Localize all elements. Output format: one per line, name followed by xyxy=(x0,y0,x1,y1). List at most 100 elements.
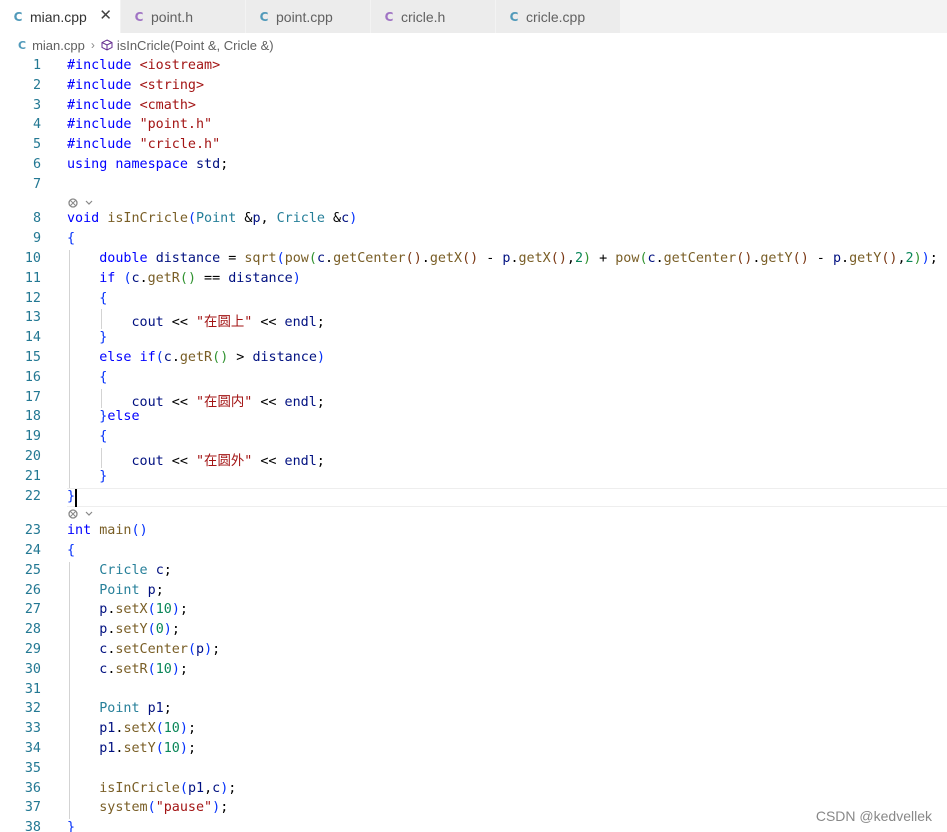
code-text: #include <iostream> xyxy=(67,58,221,73)
code-line[interactable]: 37 system("pause"); xyxy=(0,799,947,819)
code-text: } xyxy=(67,488,76,504)
indent-guide xyxy=(101,448,102,468)
line-number: 8 xyxy=(32,211,41,227)
line-number: 1 xyxy=(32,58,41,73)
cpp-file-icon: C xyxy=(259,9,269,24)
breadcrumb-symbol[interactable]: isInCricle(Point &, Cricle &) xyxy=(117,38,274,53)
code-line[interactable]: 26 Point p; xyxy=(0,582,947,602)
code-line[interactable]: 34 p1.setY(10); xyxy=(0,740,947,760)
tab-cricle-h[interactable]: C cricle.h xyxy=(371,0,496,33)
code-text: { xyxy=(99,290,108,306)
line-number: 36 xyxy=(24,780,41,796)
code-text: } xyxy=(99,330,108,346)
code-line[interactable]: 28 p.setY(0); xyxy=(0,621,947,641)
code-line[interactable]: 6 using namespace std; xyxy=(0,156,947,176)
code-line[interactable]: 8 void isInCricle(Point &p, Cricle &c) xyxy=(0,210,947,230)
code-line[interactable]: 12 { xyxy=(0,290,947,310)
code-line[interactable]: 21 } xyxy=(0,468,947,488)
header-file-icon: C xyxy=(384,9,394,24)
tab-label: cricle.h xyxy=(401,8,446,25)
code-line[interactable]: 19 { xyxy=(0,428,947,448)
code-text: c.setR(10); xyxy=(99,661,188,677)
code-text: #include <string> xyxy=(67,77,205,93)
line-number: 13 xyxy=(24,310,41,326)
code-line[interactable]: 11 if (c.getR() == distance) xyxy=(0,270,947,290)
line-number: 38 xyxy=(24,820,41,832)
breadcrumb-file[interactable]: mian.cpp xyxy=(32,38,85,53)
line-number: 17 xyxy=(24,389,41,405)
code-text: Cricle c; xyxy=(99,562,172,578)
line-number: 19 xyxy=(24,429,41,445)
indent-guide xyxy=(69,250,70,488)
code-line[interactable]: 13 cout << "在圆上" << endl; xyxy=(0,309,947,331)
code-text: { xyxy=(67,231,76,247)
code-line[interactable]: 38} xyxy=(0,819,947,832)
code-line[interactable]: 16 { xyxy=(0,369,947,389)
codelens-icon[interactable] xyxy=(67,507,93,520)
tab-point-cpp[interactable]: C point.cpp xyxy=(246,0,371,33)
code-line[interactable]: 10 double distance = sqrt(pow(c.getCente… xyxy=(0,250,947,270)
code-line[interactable]: 20 cout << "在圆外" << endl; xyxy=(0,448,947,469)
code-line[interactable]: 1 #include <iostream> xyxy=(0,57,947,77)
code-text: else if(c.getR() > distance) xyxy=(99,350,325,365)
code-line[interactable]: 18 }else xyxy=(0,408,947,428)
code-line[interactable]: 29 c.setCenter(p); xyxy=(0,641,947,661)
cpp-file-icon: C xyxy=(18,38,27,52)
code-text: p.setY(0); xyxy=(99,622,180,638)
tab-point-h[interactable]: C point.h xyxy=(121,0,246,33)
line-number: 30 xyxy=(24,661,41,677)
code-text: cout << "在圆上" << endl; xyxy=(131,315,325,331)
line-number: 4 xyxy=(32,117,41,133)
code-text: } xyxy=(99,468,108,484)
line-number: 16 xyxy=(24,369,41,385)
code-line[interactable]: 30 c.setR(10); xyxy=(0,661,947,681)
tab-label: cricle.cpp xyxy=(526,8,586,25)
line-number: 11 xyxy=(24,270,41,286)
code-line[interactable]: 31 xyxy=(0,681,947,701)
code-text: p1.setY(10); xyxy=(99,741,196,756)
code-line[interactable]: 5 #include "cricle.h" xyxy=(0,136,947,156)
code-line[interactable]: 15 else if(c.getR() > distance) xyxy=(0,349,947,369)
code-text: system("pause"); xyxy=(99,800,229,816)
tab-mian-cpp[interactable]: C mian.cpp xyxy=(0,0,121,33)
line-number: 14 xyxy=(24,330,41,346)
code-line[interactable]: 2 #include <string> xyxy=(0,77,947,97)
code-line[interactable]: 36 isInCricle(p1,c); xyxy=(0,780,947,800)
line-number: 33 xyxy=(24,721,41,737)
code-text: { xyxy=(67,543,76,558)
cpp-file-icon: C xyxy=(13,9,23,24)
code-line[interactable]: 24 { xyxy=(0,542,947,562)
line-number: 9 xyxy=(32,231,41,247)
code-line[interactable]: 4 #include "point.h" xyxy=(0,116,947,136)
line-number: 7 xyxy=(32,176,41,192)
indent-guide xyxy=(101,388,102,409)
line-number: 15 xyxy=(24,350,41,365)
code-line[interactable]: 33 p1.setX(10); xyxy=(0,720,947,740)
tab-label: point.h xyxy=(151,8,194,25)
code-line[interactable]: 9{ xyxy=(0,230,947,250)
code-line[interactable]: 32 Point p1; xyxy=(0,700,947,720)
line-number: 24 xyxy=(24,543,41,558)
code-line[interactable]: 35 xyxy=(0,760,947,780)
close-icon[interactable] xyxy=(99,6,112,24)
code-editor[interactable]: 1 #include <iostream> 2 #include <string> 3 #… xyxy=(0,55,947,832)
code-line[interactable]: 3 #include <cmath> xyxy=(0,97,947,117)
tab-cricle-cpp[interactable]: C cricle.cpp xyxy=(496,0,621,33)
code-text: #include <cmath> xyxy=(67,97,196,113)
code-line[interactable]: 23 int main() xyxy=(0,522,947,542)
code-line[interactable]: 27 p.setX(10); xyxy=(0,601,947,621)
code-line[interactable]: 14 } xyxy=(0,329,947,349)
code-text: { xyxy=(99,429,108,445)
line-number: 31 xyxy=(24,681,41,697)
breadcrumb-separator: › xyxy=(90,38,95,52)
code-text: c.setCenter(p); xyxy=(99,642,221,657)
codelens-icon[interactable] xyxy=(67,196,93,209)
line-number: 20 xyxy=(24,449,41,464)
code-text: if (c.getR() == distance) xyxy=(99,270,301,286)
line-number: 32 xyxy=(24,701,41,717)
code-text: } xyxy=(67,820,76,832)
code-line[interactable]: 25 Cricle c; xyxy=(0,562,947,582)
line-number: 10 xyxy=(24,251,41,266)
code-text: double distance = sqrt(pow(c.getCenter()… xyxy=(99,251,938,266)
code-line[interactable]: 17 cout << "在圆内" << endl; xyxy=(0,389,947,410)
